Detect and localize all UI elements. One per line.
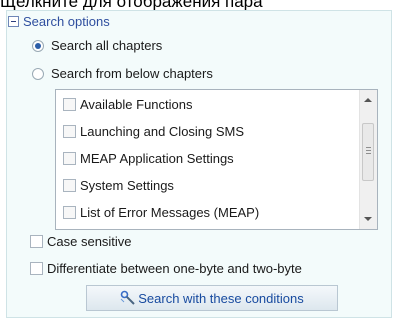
case-sensitive-checkbox[interactable] (30, 235, 43, 248)
search-all-chapters-label: Search all chapters (51, 38, 163, 53)
chapter-label: MEAP Application Settings (80, 150, 234, 166)
differentiate-bytes-checkbox[interactable] (30, 262, 43, 275)
grip-line (366, 153, 371, 154)
chapter-item-meap-application-settings[interactable]: MEAP Application Settings (63, 149, 234, 167)
scroll-up-arrow-icon[interactable] (364, 98, 372, 102)
chapter-checkbox[interactable] (63, 97, 76, 111)
chapter-label: List of Error Messages (MEAP) (80, 204, 260, 220)
chapter-item-list-of-error-messages-meap[interactable]: List of Error Messages (MEAP) (63, 203, 259, 221)
scroll-down-arrow-icon[interactable] (364, 217, 372, 221)
search-from-below-chapters-option[interactable]: Search from below chapters (32, 66, 213, 81)
search-button-label: Search with these conditions (138, 290, 304, 306)
chapter-label: System Settings (80, 177, 174, 193)
grip-line (366, 147, 371, 148)
chapter-checkbox[interactable] (63, 205, 76, 219)
search-options-header[interactable]: Search options (8, 12, 110, 30)
differentiate-bytes-label: Differentiate between one-byte and two-b… (47, 261, 302, 276)
chapter-checkbox[interactable] (63, 178, 76, 192)
search-all-chapters-radio[interactable] (32, 39, 44, 52)
collapse-icon[interactable] (8, 15, 19, 27)
search-options-label: Search options (23, 13, 110, 29)
search-from-below-chapters-label: Search from below chapters (51, 66, 213, 81)
chapter-item-system-settings[interactable]: System Settings (63, 176, 174, 194)
scrollbar-thumb[interactable] (362, 123, 374, 181)
chapter-item-launching-and-closing-sms[interactable]: Launching and Closing SMS (63, 122, 244, 140)
chapter-item-available-functions[interactable]: Available Functions (63, 95, 193, 113)
search-icon (120, 290, 136, 306)
case-sensitive-label: Case sensitive (47, 234, 132, 249)
chapter-checkbox[interactable] (63, 124, 76, 138)
chapters-list[interactable]: Available Functions Launching and Closin… (55, 89, 378, 230)
chapter-checkbox[interactable] (63, 151, 76, 165)
search-all-chapters-option[interactable]: Search all chapters (32, 38, 162, 53)
grip-line (366, 150, 371, 151)
search-from-below-chapters-radio[interactable] (32, 67, 44, 80)
chapters-scrollbar[interactable] (359, 90, 377, 229)
search-with-these-conditions-button[interactable]: Search with these conditions (86, 285, 338, 311)
differentiate-bytes-option[interactable]: Differentiate between one-byte and two-b… (30, 261, 302, 276)
case-sensitive-option[interactable]: Case sensitive (30, 234, 132, 249)
chapter-label: Available Functions (80, 96, 193, 112)
chapter-label: Launching and Closing SMS (80, 123, 245, 139)
